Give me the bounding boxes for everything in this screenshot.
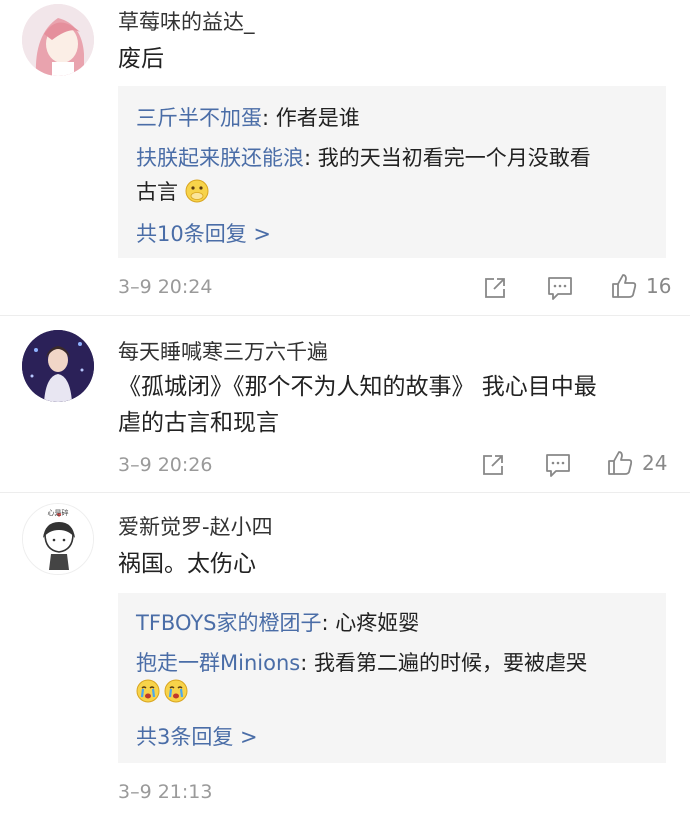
comment-username[interactable]: 每天睡喊寒三万六千遍 — [118, 336, 328, 366]
reply-1: 三斤半不加蛋: 作者是谁 — [136, 102, 360, 132]
reply-text: : 我看第二遍的时候，要被虐哭 — [300, 651, 587, 675]
comment-username[interactable]: 爱新觉罗-赵小四 — [118, 511, 273, 541]
reply-2-emojis — [136, 679, 192, 704]
comment-1: 草莓味的益达_ 废后 三斤半不加蛋: 作者是谁 扶朕起来朕还能浪: 我的天当初看… — [0, 0, 690, 310]
like-button[interactable]: 24 — [606, 449, 667, 477]
reply-username[interactable]: TFBOYS家的橙团子 — [136, 611, 321, 635]
like-count: 24 — [642, 451, 668, 475]
comment-text-line-1: 《孤城闭》《那个不为人知的故事》 我心目中最 — [118, 374, 597, 400]
reply-1: TFBOYS家的橙团子: 心疼姬婴 — [136, 607, 419, 637]
avatar[interactable] — [22, 4, 94, 76]
comment-text: 祸国。太伤心 — [118, 551, 256, 577]
reply-username[interactable]: 三斤半不加蛋 — [136, 106, 262, 130]
avatar[interactable] — [22, 330, 94, 402]
comment-button[interactable] — [544, 451, 572, 479]
reply-username[interactable]: 抱走一群Minions — [136, 651, 300, 675]
share-icon — [485, 278, 505, 298]
comment-timestamp: 3–9 20:24 — [118, 276, 213, 298]
comment-username[interactable]: 草莓味的益达_ — [118, 6, 255, 36]
comment-icon — [546, 454, 570, 477]
comment-3: 心是碎 爱新觉罗-赵小四 祸国。太伤心 TFBOYS家的橙团子: 心疼姬婴 抱走… — [0, 493, 690, 817]
reply-text: : 作者是谁 — [262, 106, 360, 130]
avatar[interactable]: 心是碎 — [22, 503, 94, 575]
comment-text-line-2: 虐的古言和现言 — [118, 410, 279, 436]
avatar-stage-photo — [22, 330, 94, 402]
comment-timestamp: 3–9 21:13 — [118, 781, 213, 803]
like-count: 16 — [646, 274, 672, 298]
crying-emoji-icon — [136, 679, 160, 703]
reply-2: 抱走一群Minions: 我看第二遍的时候，要被虐哭 — [136, 647, 587, 677]
avatar-girl-illustration — [22, 4, 94, 76]
reply-username[interactable]: 扶朕起来朕还能浪 — [136, 146, 304, 170]
comment-2: 每天睡喊寒三万六千遍 《孤城闭》《那个不为人知的故事》 我心目中最 虐的古言和现… — [0, 316, 690, 492]
reply-text: : 我的天当初看完一个月没敢看 — [304, 146, 591, 170]
comment-icon — [548, 277, 572, 300]
crying-emoji-icon — [164, 679, 188, 703]
view-more-replies-link[interactable]: 共3条回复 > — [136, 721, 258, 751]
comment-button[interactable] — [546, 274, 574, 302]
reply-2: 扶朕起来朕还能浪: 我的天当初看完一个月没敢看 — [136, 142, 591, 172]
reply-text-continued: 古言 — [136, 180, 178, 204]
comment-timestamp: 3–9 20:26 — [118, 454, 213, 476]
reply-box: 三斤半不加蛋: 作者是谁 扶朕起来朕还能浪: 我的天当初看完一个月没敢看 古言 … — [118, 86, 666, 258]
thumbs-up-icon — [612, 274, 637, 298]
reply-text: : 心疼姬婴 — [321, 611, 420, 635]
covering-mouth-emoji-icon — [185, 179, 209, 203]
comment-text: 废后 — [118, 46, 164, 72]
share-icon — [483, 455, 503, 475]
like-button[interactable]: 16 — [610, 272, 671, 300]
reply-box: TFBOYS家的橙团子: 心疼姬婴 抱走一群Minions: 我看第二遍的时候，… — [118, 593, 666, 763]
thumbs-up-icon — [608, 451, 633, 475]
repost-button[interactable] — [482, 274, 508, 302]
reply-2-continued: 古言 — [136, 176, 213, 206]
repost-button[interactable] — [480, 451, 506, 479]
avatar-caption: 心是碎 — [47, 509, 69, 517]
view-more-replies-link[interactable]: 共10条回复 > — [136, 218, 271, 248]
